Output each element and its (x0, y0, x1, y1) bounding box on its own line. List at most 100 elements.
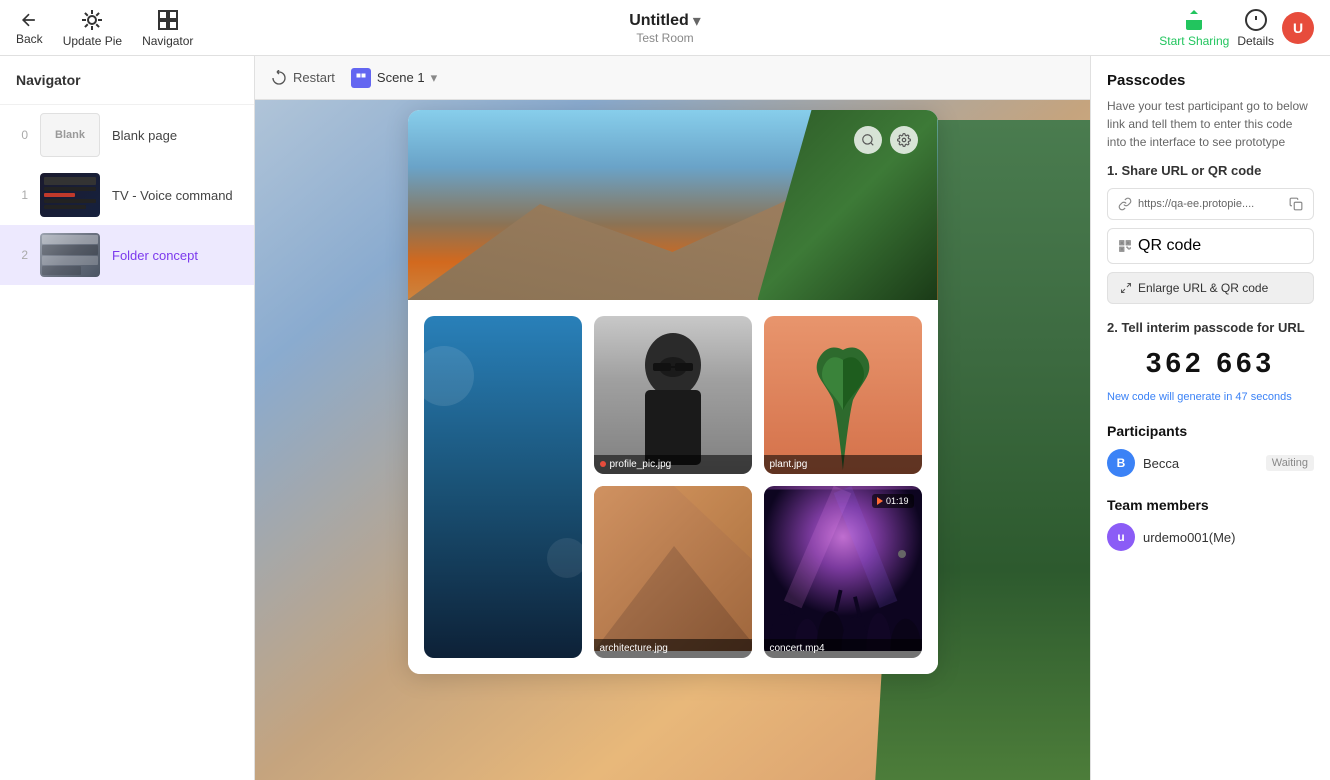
preview-search-button[interactable] (854, 126, 882, 154)
participant-avatar-becca: B (1107, 449, 1135, 477)
waiting-badge: Waiting (1266, 455, 1314, 471)
navigator-label: Navigator (142, 34, 193, 48)
scene-bar: Restart Scene 1 ▾ (255, 56, 1090, 100)
toolbar: Back Update Pie Navigator Untitled ▾ Tes… (0, 0, 1330, 56)
nav-item-tv[interactable]: 1 TV - Voice command (0, 165, 254, 225)
concert-svg (764, 486, 922, 651)
arch-filename: architecture.jpg (600, 643, 668, 654)
folder-item-plant[interactable]: plant.jpg (764, 316, 922, 474)
details-button[interactable]: Details (1237, 8, 1274, 48)
participants-title: Participants (1107, 423, 1314, 439)
participants-section: Participants B Becca Waiting (1107, 423, 1314, 477)
profile-pic-image (594, 316, 752, 474)
restart-icon (271, 70, 287, 86)
user-avatar[interactable]: U (1282, 12, 1314, 44)
folder-item-concert[interactable]: 01:19 concert.mp4 (764, 486, 922, 659)
folder-tall-blue[interactable] (424, 316, 582, 658)
plant-image (764, 316, 922, 474)
qr-code-icon (1118, 239, 1132, 253)
update-pie-button[interactable]: Update Pie (63, 8, 122, 48)
enlarge-button[interactable]: Enlarge URL & QR code (1107, 272, 1314, 304)
team-title: Team members (1107, 497, 1314, 513)
arch-file-label: architecture.jpg (594, 639, 752, 658)
enlarge-icon (1120, 282, 1132, 294)
team-section: Team members u urdemo001(Me) (1107, 497, 1314, 551)
mountain-shape (408, 180, 938, 300)
title-area[interactable]: Untitled ▾ (629, 11, 701, 31)
passcode-section-label: 2. Tell interim passcode for URL (1107, 320, 1314, 335)
passcode-value: 362 663 (1107, 347, 1314, 379)
folder-item-profile[interactable]: profile_pic.jpg (594, 316, 752, 474)
start-sharing-icon (1182, 8, 1206, 32)
passcodes-title: Passcodes (1107, 72, 1314, 89)
nav-number-2: 2 (12, 248, 28, 262)
right-panel: Passcodes Have your test participant go … (1090, 56, 1330, 780)
back-button[interactable]: Back (16, 10, 43, 46)
qr-code-row[interactable]: QR code (1107, 228, 1314, 264)
plant-file-label: plant.jpg (764, 455, 922, 474)
prototype-preview: profile_pic.jpg (408, 110, 938, 674)
preview-settings-button[interactable] (890, 126, 918, 154)
participant-name-becca: Becca (1143, 456, 1258, 471)
preview-search-icon (861, 133, 875, 147)
file-dot-red (600, 461, 606, 467)
start-sharing-label: Start Sharing (1159, 34, 1229, 48)
canvas-wrapper: Restart Scene 1 ▾ (255, 56, 1090, 780)
project-title: Untitled (629, 12, 689, 30)
team-member-name: urdemo001(Me) (1143, 530, 1236, 545)
qr-label: QR code (1138, 237, 1201, 255)
plant-filename: plant.jpg (770, 459, 808, 470)
back-label: Back (16, 32, 43, 46)
navigator-icon (156, 8, 180, 32)
participant-row-becca: B Becca Waiting (1107, 449, 1314, 477)
timer-seconds: 47 (1235, 391, 1247, 403)
main-content: Navigator 0 Blank Blank page 1 TV - Voic… (0, 56, 1330, 780)
start-sharing-button[interactable]: Start Sharing (1159, 8, 1229, 48)
navigator-header: Navigator (0, 56, 254, 105)
update-pie-label: Update Pie (63, 34, 122, 48)
video-duration-badge: 01:19 (872, 494, 914, 508)
canvas-area[interactable]: profile_pic.jpg (255, 100, 1090, 780)
toolbar-left: Back Update Pie Navigator (16, 8, 193, 48)
url-row[interactable]: https://qa-ee.protopie.... (1107, 188, 1314, 220)
play-icon (877, 497, 883, 505)
restart-button[interactable]: Restart (271, 70, 335, 86)
navigator-button[interactable]: Navigator (142, 8, 193, 48)
scene-grid-icon (355, 72, 367, 84)
person-silhouette-svg (623, 325, 723, 465)
nav-label-tv: TV - Voice command (112, 188, 233, 203)
folder-grid: profile_pic.jpg (408, 300, 938, 674)
concert-image: 01:19 (764, 486, 922, 651)
share-url: https://qa-ee.protopie.... (1138, 198, 1283, 210)
share-section-label: 1. Share URL or QR code (1107, 163, 1314, 178)
plant-svg (808, 320, 878, 470)
scene-icon (351, 68, 371, 88)
arch-image (594, 486, 752, 651)
scene-selector[interactable]: Scene 1 ▾ (351, 68, 437, 88)
passcode-timer: New code will generate in 47 seconds (1107, 391, 1314, 403)
nav-label-folder: Folder concept (112, 248, 198, 263)
title-dropdown-icon[interactable]: ▾ (693, 11, 701, 31)
copy-icon[interactable] (1289, 197, 1303, 211)
arch-svg (594, 486, 752, 651)
team-row-urdemo: u urdemo001(Me) (1107, 523, 1314, 551)
toolbar-right: Start Sharing Details U (1159, 8, 1314, 48)
nav-thumb-blank: Blank (40, 113, 100, 157)
folder-item-arch[interactable]: architecture.jpg (594, 486, 752, 659)
nav-item-blank[interactable]: 0 Blank Blank page (0, 105, 254, 165)
nav-number-0: 0 (12, 128, 28, 142)
nav-item-folder[interactable]: 2 Folder concept (0, 225, 254, 285)
passcodes-section: Passcodes Have your test participant go … (1107, 72, 1314, 403)
concert-file-label: concert.mp4 (764, 639, 922, 658)
tall-left-item (424, 316, 582, 658)
nav-thumb-tv (40, 173, 100, 217)
link-icon (1118, 197, 1132, 211)
details-label: Details (1237, 34, 1274, 48)
video-duration: 01:19 (886, 496, 909, 506)
nav-label-blank: Blank page (112, 128, 177, 143)
scene-dropdown-icon[interactable]: ▾ (431, 70, 438, 86)
restart-label: Restart (293, 70, 335, 85)
preview-settings-icon (897, 133, 911, 147)
nav-number-1: 1 (12, 188, 28, 202)
preview-header (842, 118, 930, 162)
